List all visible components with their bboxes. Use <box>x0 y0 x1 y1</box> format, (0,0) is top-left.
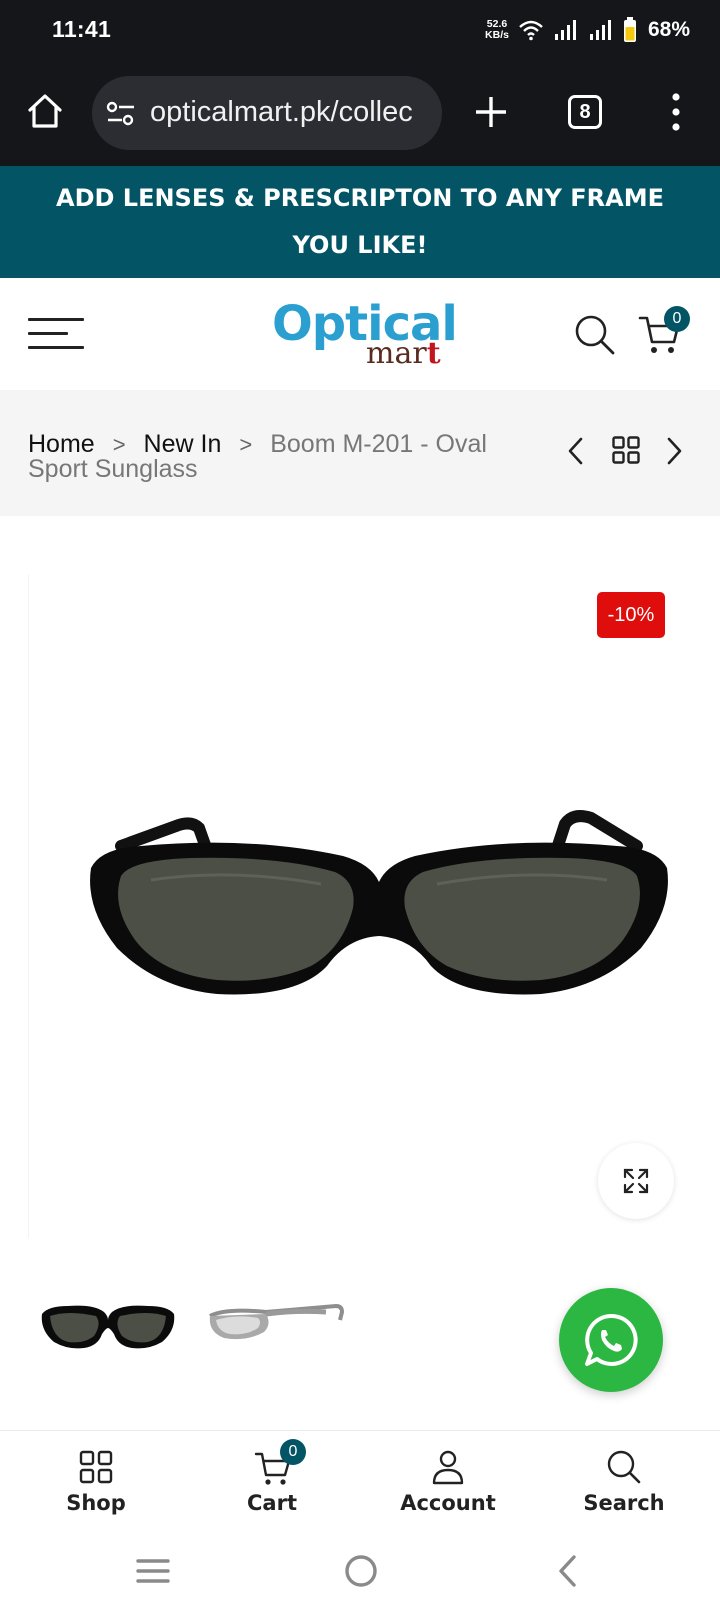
home-circle-icon[interactable] <box>344 1554 378 1588</box>
breadcrumb-new-in[interactable]: New In <box>144 430 222 458</box>
site-header: Optical mart 0 <box>0 278 720 390</box>
thumbnail-side[interactable] <box>206 1296 346 1356</box>
new-tab-icon[interactable] <box>474 95 508 129</box>
site-settings-icon[interactable] <box>106 100 136 128</box>
nav-account-label: Account <box>400 1491 496 1515</box>
back-icon[interactable] <box>556 1554 578 1588</box>
status-bar: 11:41 52.6 KB/s 68% <box>0 0 720 62</box>
user-icon <box>432 1450 464 1485</box>
site-logo[interactable]: Optical mart <box>270 296 460 376</box>
breadcrumb-separator-icon-2: > <box>239 432 253 457</box>
whatsapp-icon <box>585 1313 638 1366</box>
more-menu-icon[interactable] <box>666 92 686 132</box>
grid-view-icon[interactable] <box>612 436 640 464</box>
product-image-gallery[interactable] <box>28 574 692 1238</box>
search-icon-nav <box>607 1450 641 1484</box>
breadcrumb-separator-icon: > <box>112 432 126 457</box>
thumbnail-sunglasses-grey <box>209 1303 345 1340</box>
expand-icon <box>623 1168 649 1194</box>
discount-badge: -10% <box>597 592 665 638</box>
breadcrumb-current: Boom M-201 - Oval Sport Sunglass <box>28 430 487 483</box>
expand-image-button[interactable] <box>598 1143 674 1219</box>
signal-icon-2 <box>589 20 611 40</box>
system-navigation-bar <box>0 1530 720 1612</box>
search-icon[interactable] <box>574 314 616 356</box>
nav-cart[interactable]: 0 Cart <box>182 1431 362 1531</box>
announcement-bar: ADD LENSES & PRESCRIPTON TO ANY FRAME YO… <box>0 166 720 278</box>
nav-search[interactable]: Search <box>534 1431 714 1531</box>
next-product-icon[interactable] <box>664 436 684 466</box>
url-text: opticalmart.pk/collec <box>150 96 413 128</box>
logo-text-bottom: mart <box>366 336 441 371</box>
shop-grid-icon <box>79 1450 113 1484</box>
bottom-navigation: Shop 0 Cart Account Search <box>0 1430 720 1530</box>
announcement-text: ADD LENSES & PRESCRIPTON TO ANY FRAME YO… <box>56 184 664 259</box>
nav-cart-count-badge: 0 <box>280 1439 306 1465</box>
previous-product-icon[interactable] <box>566 436 586 466</box>
status-time: 11:41 <box>52 16 112 42</box>
tab-switcher-button[interactable]: 8 <box>568 95 602 129</box>
status-indicators: 52.6 KB/s 68% <box>485 14 690 46</box>
breadcrumb-home[interactable]: Home <box>28 430 95 458</box>
nav-shop-label: Shop <box>66 1491 126 1515</box>
whatsapp-chat-button[interactable] <box>559 1288 663 1392</box>
signal-icon <box>554 20 576 40</box>
thumbnail-sunglasses-black <box>41 1305 175 1349</box>
battery-percent: 68% <box>647 18 690 41</box>
breadcrumb-bar: Home > New In > Boom M-201 - Oval Sport Sung… <box>0 390 720 516</box>
recent-apps-icon[interactable] <box>136 1556 170 1586</box>
wifi-icon <box>519 20 543 41</box>
home-icon[interactable] <box>26 92 64 130</box>
thumbnail-front[interactable] <box>38 1296 178 1356</box>
network-speed: 52.6 KB/s <box>485 18 509 41</box>
breadcrumb: Home > New In > Boom M-201 - Oval Sport Sung… <box>28 432 538 482</box>
nav-cart-label: Cart <box>247 1491 297 1515</box>
nav-shop[interactable]: Shop <box>6 1431 186 1531</box>
battery-icon <box>623 17 636 42</box>
address-bar[interactable]: opticalmart.pk/collec <box>92 76 442 150</box>
browser-toolbar: opticalmart.pk/collec 8 <box>0 62 720 166</box>
product-image-sunglasses <box>90 810 668 995</box>
nav-search-label: Search <box>583 1491 665 1515</box>
header-cart-count-badge: 0 <box>664 306 690 332</box>
menu-icon[interactable] <box>28 318 84 350</box>
nav-account[interactable]: Account <box>358 1431 538 1531</box>
